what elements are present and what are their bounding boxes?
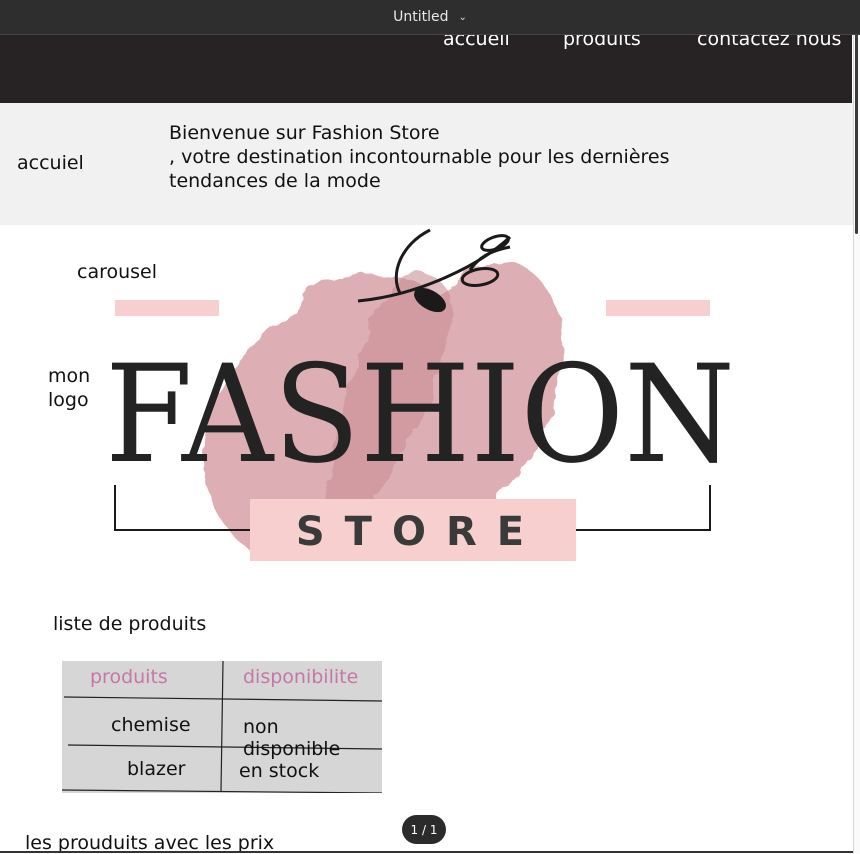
divider bbox=[0, 851, 853, 853]
window-titlebar: Untitled ⌄ bbox=[0, 0, 860, 35]
welcome-line: , votre destination incontournable pour … bbox=[169, 146, 670, 168]
welcome-line: tendances de la mode bbox=[169, 170, 381, 192]
logo-word: FASHION bbox=[105, 336, 735, 493]
table-cell-product: chemise bbox=[111, 714, 191, 736]
logo-label: mon logo bbox=[48, 364, 90, 412]
carousel-label: carousel bbox=[77, 261, 158, 283]
fashion-store-logo: FASHION STORE bbox=[105, 228, 735, 561]
table-header-produits: produits bbox=[90, 666, 168, 688]
chevron-down-icon[interactable]: ⌄ bbox=[459, 12, 467, 23]
logo-label-line: mon bbox=[48, 365, 91, 387]
pink-bar-left bbox=[115, 300, 219, 316]
document-title[interactable]: Untitled bbox=[393, 9, 448, 25]
welcome-message: Bienvenue sur Fashion Store , votre dest… bbox=[169, 121, 729, 193]
scrollbar-thumb[interactable] bbox=[855, 34, 858, 234]
table-cell-availability: non disponible bbox=[243, 716, 341, 760]
welcome-line: Bienvenue sur Fashion Store bbox=[169, 122, 440, 144]
products-title: liste de produits bbox=[53, 613, 207, 635]
logo-label-line: logo bbox=[48, 389, 89, 411]
hero-side-label: accuiel bbox=[17, 152, 84, 174]
pink-bar-right bbox=[606, 300, 710, 316]
table-header-disponibilite: disponibilite bbox=[243, 666, 359, 688]
hero-banner: accuiel Bienvenue sur Fashion Store , vo… bbox=[0, 103, 853, 225]
page: accueil produits contactez nous accuiel … bbox=[0, 0, 853, 854]
table-cell-product: blazer bbox=[127, 758, 186, 780]
products-table: produits disponibilite chemise non dispo… bbox=[62, 661, 382, 793]
table-cell-availability: en stock bbox=[239, 760, 320, 782]
page-indicator: 1 / 1 bbox=[402, 815, 446, 844]
logo-sub: STORE bbox=[296, 509, 544, 555]
